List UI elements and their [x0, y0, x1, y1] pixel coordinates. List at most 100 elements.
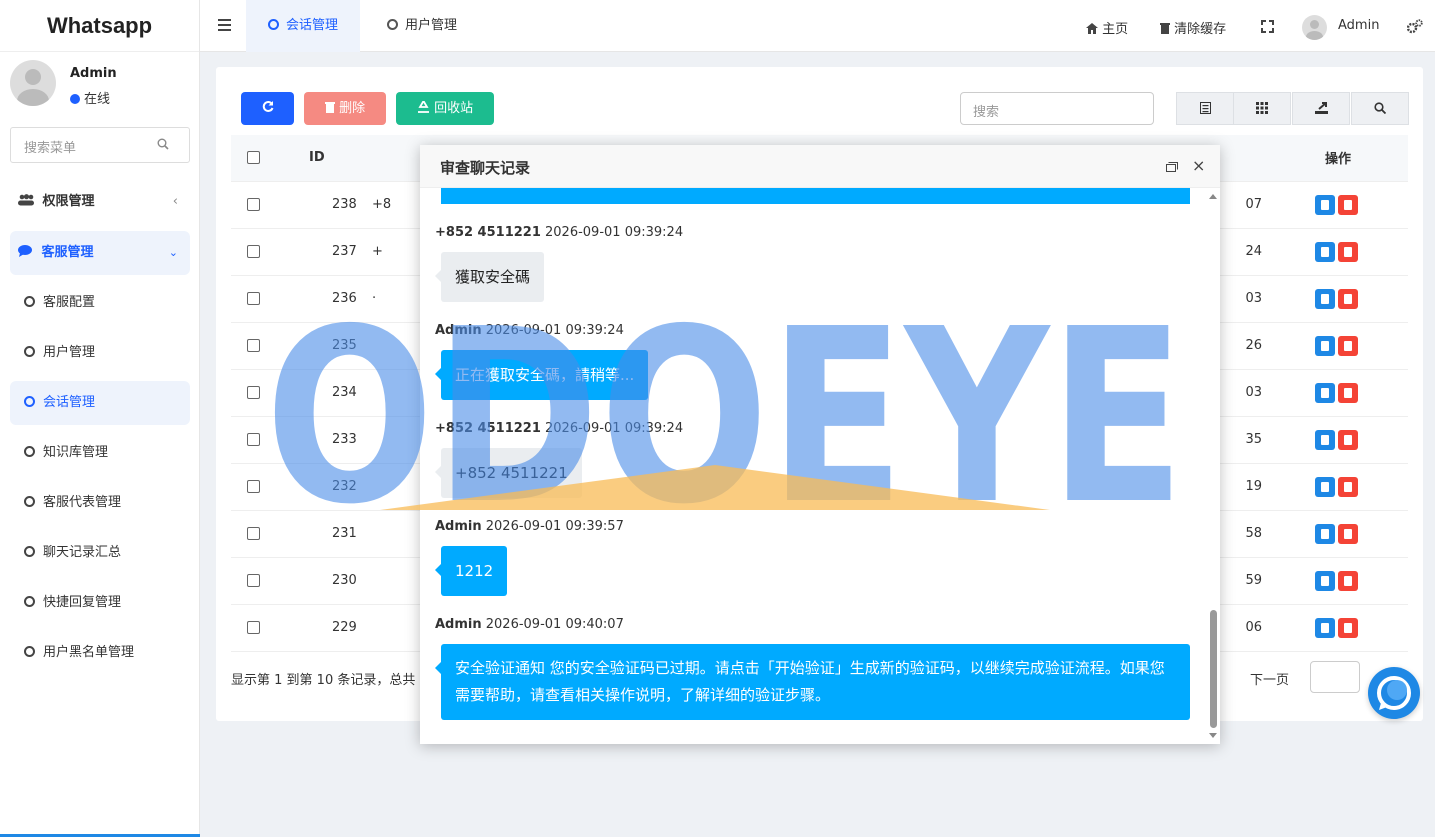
page-jump-input[interactable] — [1310, 661, 1360, 693]
table-search-input[interactable]: 搜索 — [960, 92, 1154, 125]
row-id: 235 — [275, 322, 360, 370]
settings-icon[interactable] — [1407, 19, 1423, 34]
message-bubble-outgoing: 正在獲取安全碼，請稍等... — [434, 350, 649, 400]
chevron-down-icon: ⌄ — [168, 246, 178, 259]
trash-icon — [1160, 23, 1170, 34]
tab-user-mgmt[interactable]: 用户管理 — [365, 0, 479, 52]
row-checkbox[interactable] — [247, 198, 260, 211]
scroll-up-icon[interactable] — [1209, 194, 1217, 199]
view-detail-icon[interactable] — [1315, 617, 1335, 638]
row-id: 231 — [275, 510, 360, 558]
scroll-thumb[interactable] — [1210, 610, 1217, 728]
chat-log[interactable]: +852 4511221 2026-09-01 09:39:24 獲取安全碼 A… — [420, 188, 1206, 744]
search-icon[interactable] — [157, 138, 169, 150]
toggle-view-button[interactable] — [1176, 92, 1234, 125]
column-header-id[interactable]: ID — [275, 135, 360, 182]
user-status: 在线 — [70, 88, 110, 107]
delete-button[interactable]: 删除 — [304, 92, 386, 125]
modal-scrollbar[interactable] — [1207, 188, 1220, 744]
menu-group-customer-service[interactable]: 客服管理 ⌄ — [10, 231, 190, 275]
menu-group-label: 客服管理 — [41, 245, 94, 260]
fullscreen-icon[interactable] — [1261, 20, 1274, 33]
recycle-icon — [417, 99, 429, 113]
row-id: 234 — [275, 369, 360, 417]
close-icon[interactable]: × — [1192, 156, 1205, 175]
circle-icon — [24, 296, 35, 307]
maximize-icon[interactable] — [1166, 162, 1178, 172]
view-detail-icon[interactable] — [1315, 570, 1335, 591]
delete-row-icon[interactable] — [1338, 241, 1358, 262]
row-checkbox[interactable] — [247, 480, 260, 493]
previous-message-bubble — [441, 188, 1190, 204]
refresh-button[interactable] — [241, 92, 294, 125]
top-navbar: 会话管理 用户管理 主页 清除缓存 Admin — [200, 0, 1435, 52]
circle-icon — [24, 396, 35, 407]
clear-cache-link[interactable]: 清除缓存 — [1160, 18, 1226, 37]
delete-row-icon[interactable] — [1338, 476, 1358, 497]
view-detail-icon[interactable] — [1315, 335, 1335, 356]
menu-toggle-icon[interactable] — [218, 18, 232, 32]
delete-row-icon[interactable] — [1338, 429, 1358, 450]
delete-row-icon[interactable] — [1338, 194, 1358, 215]
tab-session-mgmt[interactable]: 会话管理 — [246, 0, 361, 52]
floating-chat-button[interactable] — [1368, 667, 1420, 719]
sidebar-item-quick-reply[interactable]: 快捷回复管理 — [10, 581, 190, 625]
row-phone — [360, 463, 400, 511]
delete-row-icon[interactable] — [1338, 288, 1358, 309]
delete-row-icon[interactable] — [1338, 382, 1358, 403]
app-title[interactable]: Whatsapp — [0, 0, 199, 52]
header-avatar[interactable] — [1302, 15, 1327, 40]
row-checkbox[interactable] — [247, 339, 260, 352]
sidebar-item-agents[interactable]: 客服代表管理 — [10, 481, 190, 525]
view-detail-icon[interactable] — [1315, 476, 1335, 497]
view-detail-icon[interactable] — [1315, 523, 1335, 544]
row-phone: + — [360, 228, 400, 276]
export-button[interactable] — [1292, 92, 1350, 125]
modal-title: 审查聊天记录 — [440, 159, 531, 177]
scroll-down-icon[interactable] — [1209, 733, 1217, 738]
delete-row-icon[interactable] — [1338, 523, 1358, 544]
header-admin-name[interactable]: Admin — [1338, 18, 1379, 33]
row-checkbox[interactable] — [247, 433, 260, 446]
row-checkbox[interactable] — [247, 527, 260, 540]
view-detail-icon[interactable] — [1315, 382, 1335, 403]
circle-icon — [387, 19, 398, 30]
columns-button[interactable] — [1233, 92, 1291, 125]
select-all-checkbox[interactable] — [247, 151, 260, 165]
row-checkbox[interactable] — [247, 292, 260, 305]
row-checkbox[interactable] — [247, 621, 260, 634]
refresh-icon — [262, 101, 273, 112]
view-detail-icon[interactable] — [1315, 241, 1335, 262]
sidebar-item-knowledge[interactable]: 知识库管理 — [10, 431, 190, 475]
trash-icon — [324, 102, 335, 113]
next-page-link[interactable]: 下一页 — [1250, 669, 1289, 688]
delete-row-icon[interactable] — [1338, 617, 1358, 638]
user-name: Admin — [70, 66, 117, 81]
view-detail-icon[interactable] — [1315, 194, 1335, 215]
menu-group-permissions[interactable]: 权限管理 ‹ — [10, 180, 190, 224]
chat-bubble-icon — [18, 245, 32, 257]
sidebar: Whatsapp Admin 在线 搜索菜单 权限管理 ‹ 客服管理 ⌄ 客服配… — [0, 0, 200, 837]
sidebar-item-user-mgmt[interactable]: 用户管理 — [10, 331, 190, 375]
sidebar-item-blacklist[interactable]: 用户黑名单管理 — [10, 631, 190, 675]
modal-header: 审查聊天记录 × — [420, 145, 1220, 188]
message-meta: Admin 2026-09-01 09:39:24 — [435, 323, 624, 338]
recycle-bin-button[interactable]: 回收站 — [396, 92, 494, 125]
row-checkbox[interactable] — [247, 574, 260, 587]
advanced-search-button[interactable] — [1351, 92, 1409, 125]
delete-row-icon[interactable] — [1338, 335, 1358, 356]
sidebar-item-session-mgmt[interactable]: 会话管理 — [10, 381, 190, 425]
row-checkbox[interactable] — [247, 245, 260, 258]
grid-icon — [1256, 102, 1268, 114]
home-link[interactable]: 主页 — [1086, 18, 1128, 37]
menu-search-input[interactable]: 搜索菜单 — [10, 127, 190, 163]
row-id: 230 — [275, 557, 360, 605]
row-id: 232 — [275, 463, 360, 511]
view-detail-icon[interactable] — [1315, 429, 1335, 450]
view-detail-icon[interactable] — [1315, 288, 1335, 309]
row-checkbox[interactable] — [247, 386, 260, 399]
sidebar-item-cs-config[interactable]: 客服配置 — [10, 281, 190, 325]
sidebar-item-chat-summary[interactable]: 聊天记录汇总 — [10, 531, 190, 575]
delete-row-icon[interactable] — [1338, 570, 1358, 591]
message-meta: Admin 2026-09-01 09:40:07 — [435, 617, 624, 632]
